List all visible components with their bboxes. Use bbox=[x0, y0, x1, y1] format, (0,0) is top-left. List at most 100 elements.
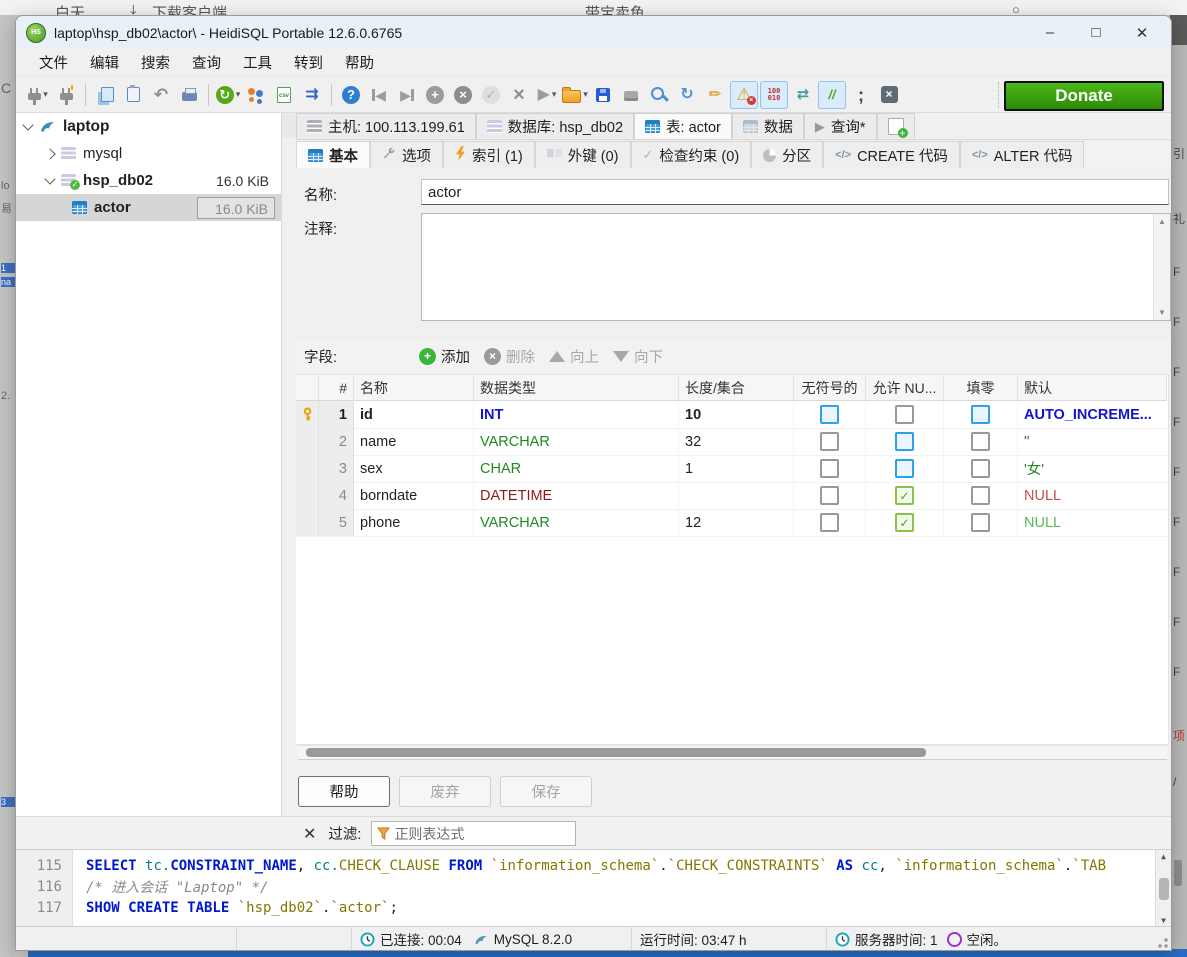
binary-view-icon[interactable]: 100010 bbox=[760, 81, 788, 109]
close-filter-icon[interactable]: ✕ bbox=[303, 824, 316, 844]
menu-item-文件[interactable]: 文件 bbox=[28, 49, 79, 76]
resize-grip[interactable] bbox=[1157, 937, 1169, 949]
grid-horizontal-scrollbar[interactable] bbox=[298, 745, 1167, 760]
unsigned-checkbox[interactable] bbox=[794, 509, 866, 536]
post-record-icon[interactable]: ✓ bbox=[478, 82, 504, 108]
tree-item-table-actor[interactable]: actor 16.0 KiB bbox=[16, 194, 281, 221]
tab-查询-[interactable]: ▶查询* bbox=[804, 113, 877, 139]
grid-header-nul[interactable]: 允许 NU... bbox=[866, 375, 944, 401]
zerofill-checkbox[interactable] bbox=[944, 428, 1018, 455]
tree-item-db-hsp-db02[interactable]: ✓ hsp_db02 16.0 KiB bbox=[16, 167, 281, 194]
first-record-icon[interactable]: ◀ bbox=[366, 82, 392, 108]
tab-数据[interactable]: 数据 bbox=[732, 113, 804, 139]
field-row-phone[interactable]: 5phoneVARCHAR12✓NULL bbox=[296, 509, 1168, 537]
zerofill-checkbox[interactable] bbox=[944, 509, 1018, 536]
allow-null-checkbox[interactable]: ✓ bbox=[866, 482, 944, 509]
allow-null-checkbox[interactable]: ✓ bbox=[866, 509, 944, 536]
zerofill-checkbox[interactable] bbox=[944, 401, 1018, 428]
copy-icon[interactable] bbox=[92, 82, 118, 108]
field-type-cell[interactable]: VARCHAR bbox=[474, 428, 679, 455]
filter-input[interactable]: 正则表达式 bbox=[371, 821, 576, 846]
dropdown-arrow-icon[interactable]: ▾ bbox=[236, 89, 241, 100]
field-type-cell[interactable]: DATETIME bbox=[474, 482, 679, 509]
field-length-cell[interactable] bbox=[679, 482, 794, 509]
zerofill-checkbox[interactable] bbox=[944, 482, 1018, 509]
field-row-borndate[interactable]: 4borndateDATETIME✓NULL bbox=[296, 482, 1168, 510]
data-transfer-icon[interactable]: ⇉ bbox=[299, 82, 325, 108]
last-record-icon[interactable]: ▶ bbox=[394, 82, 420, 108]
paste-icon[interactable] bbox=[120, 82, 146, 108]
unsigned-checkbox[interactable] bbox=[820, 432, 839, 451]
subtab-外键-0-[interactable]: 外键 (0) bbox=[535, 141, 631, 168]
cancel-editing-icon[interactable]: × bbox=[506, 82, 532, 108]
field-type-cell[interactable]: CHAR bbox=[474, 455, 679, 482]
unsigned-checkbox[interactable] bbox=[794, 428, 866, 455]
discard-button[interactable]: 废弃 bbox=[399, 776, 491, 807]
field-default-cell[interactable]: '' bbox=[1018, 428, 1167, 455]
search-again-icon[interactable]: ↻ bbox=[674, 82, 700, 108]
close-button[interactable]: ✕ bbox=[1119, 16, 1165, 49]
field-default-cell[interactable]: NULL bbox=[1018, 482, 1167, 509]
zerofill-checkbox[interactable] bbox=[944, 455, 1018, 482]
field-length-cell[interactable]: 1 bbox=[679, 455, 794, 482]
field-name-cell[interactable]: name bbox=[354, 428, 474, 455]
reformat-sql-icon[interactable]: // bbox=[818, 81, 846, 109]
error-halt-icon[interactable]: ⚠× bbox=[730, 81, 758, 109]
undo-icon[interactable]: ↶ bbox=[148, 82, 174, 108]
subtab-索引-1-[interactable]: 索引 (1) bbox=[443, 141, 535, 168]
print-icon[interactable] bbox=[176, 82, 202, 108]
unsigned-checkbox[interactable] bbox=[794, 455, 866, 482]
save-button[interactable]: 保存 bbox=[500, 776, 592, 807]
menu-item-工具[interactable]: 工具 bbox=[232, 49, 283, 76]
field-default-cell[interactable]: NULL bbox=[1018, 509, 1167, 536]
grid-header-num[interactable]: # bbox=[319, 375, 354, 401]
subtab-分区[interactable]: 分区 bbox=[751, 141, 823, 168]
grid-header-name[interactable]: 名称 bbox=[354, 375, 474, 401]
allow-null-checkbox[interactable] bbox=[866, 428, 944, 455]
help-icon[interactable]: ? bbox=[338, 82, 364, 108]
tree-item-server[interactable]: laptop bbox=[16, 113, 281, 140]
user-manager-icon[interactable] bbox=[243, 82, 269, 108]
allow-null-checkbox[interactable]: ✓ bbox=[895, 486, 914, 505]
menu-item-编辑[interactable]: 编辑 bbox=[79, 49, 130, 76]
subtab-基本[interactable]: 基本 bbox=[296, 141, 370, 168]
cleanup-icon[interactable]: ✏ bbox=[702, 82, 728, 108]
allow-null-checkbox[interactable] bbox=[895, 432, 914, 451]
field-type-cell[interactable]: VARCHAR bbox=[474, 509, 679, 536]
expand-icon[interactable] bbox=[44, 148, 55, 159]
field-row-name[interactable]: 2nameVARCHAR32'' bbox=[296, 428, 1168, 456]
insert-record-icon[interactable]: + bbox=[422, 82, 448, 108]
add-field-button[interactable]: + 添加 bbox=[419, 346, 470, 367]
dropdown-arrow-icon[interactable]: ▾ bbox=[583, 89, 588, 100]
unsigned-checkbox[interactable] bbox=[820, 459, 839, 478]
wrap-lines-icon[interactable]: ⇄ bbox=[790, 82, 816, 108]
grid-header-type[interactable]: 数据类型 bbox=[474, 375, 679, 401]
fields-grid[interactable]: #名称数据类型长度/集合无符号的允许 NU...填零默认1idINT10AUTO… bbox=[296, 374, 1169, 745]
unsigned-checkbox[interactable] bbox=[820, 513, 839, 532]
table-comment-textarea[interactable]: ▲▼ bbox=[421, 213, 1171, 321]
execute-sql-icon[interactable]: ▶▾ bbox=[534, 82, 560, 108]
zerofill-checkbox[interactable] bbox=[971, 405, 990, 424]
unsigned-checkbox[interactable] bbox=[820, 405, 839, 424]
move-down-button[interactable]: 向下 bbox=[613, 346, 663, 367]
allow-null-checkbox[interactable]: ✓ bbox=[895, 513, 914, 532]
connect-icon[interactable]: ▾ bbox=[25, 82, 51, 108]
unsigned-checkbox[interactable] bbox=[794, 482, 866, 509]
menu-item-转到[interactable]: 转到 bbox=[283, 49, 334, 76]
remove-field-button[interactable]: × 删除 bbox=[484, 346, 535, 367]
grid-header-uns[interactable]: 无符号的 bbox=[794, 375, 866, 401]
donate-button[interactable]: Donate bbox=[1004, 81, 1164, 111]
field-length-cell[interactable]: 10 bbox=[679, 401, 794, 428]
field-length-cell[interactable]: 12 bbox=[679, 509, 794, 536]
allow-null-checkbox[interactable] bbox=[895, 459, 914, 478]
menu-item-帮助[interactable]: 帮助 bbox=[334, 49, 385, 76]
collapse-icon[interactable] bbox=[22, 119, 33, 130]
field-length-cell[interactable]: 32 bbox=[679, 428, 794, 455]
subtab-create-代码[interactable]: </>CREATE 代码 bbox=[823, 141, 960, 168]
field-row-id[interactable]: 1idINT10AUTO_INCREME... bbox=[296, 401, 1168, 429]
zerofill-checkbox[interactable] bbox=[971, 486, 990, 505]
menu-item-搜索[interactable]: 搜索 bbox=[130, 49, 181, 76]
field-type-cell[interactable]: INT bbox=[474, 401, 679, 428]
dropdown-arrow-icon[interactable]: ▾ bbox=[43, 89, 48, 100]
field-row-sex[interactable]: 3sexCHAR1'女' bbox=[296, 455, 1168, 483]
